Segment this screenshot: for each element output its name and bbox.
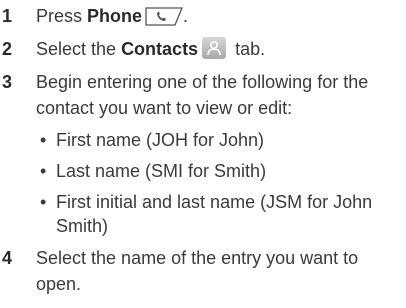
- list-item-text: First initial and last name (JSM for Joh…: [56, 192, 373, 236]
- phone-key-icon: [145, 7, 184, 26]
- step-number: 3: [2, 72, 13, 92]
- bullet-list: • First name (JOH for John) • Last name …: [36, 128, 406, 238]
- contacts-label: Contacts: [121, 39, 199, 59]
- step-text: Begin entering one of the following for …: [36, 72, 369, 118]
- bullet-icon: •: [40, 161, 47, 181]
- step-text: Select the: [36, 39, 122, 59]
- step-number: 1: [2, 6, 13, 26]
- step-text: Select the name of the entry you want to…: [36, 248, 359, 294]
- step-number: 4: [2, 248, 13, 268]
- step-text-end: tab.: [230, 39, 266, 59]
- step-1: 1 Press Phone .: [0, 3, 406, 29]
- step-text-end: .: [183, 6, 189, 26]
- list-item: • Last name (SMI for Smith): [36, 159, 406, 183]
- step-2: 2 Select the Contacts tab.: [0, 36, 406, 62]
- list-item-text: Last name (SMI for Smith): [56, 161, 267, 181]
- contacts-tab-icon: [202, 37, 227, 59]
- list-item-text: First name (JOH for John): [56, 130, 265, 150]
- step-text: Press: [36, 6, 88, 26]
- step-3: 3 Begin entering one of the following fo…: [0, 69, 406, 238]
- step-4: 4 Select the name of the entry you want …: [0, 245, 406, 297]
- bullet-icon: •: [40, 130, 47, 150]
- instruction-steps: 1 Press Phone . 2 Select the Contacts ta…: [0, 0, 406, 297]
- phone-label: Phone: [87, 6, 143, 26]
- list-item: • First name (JOH for John): [36, 128, 406, 152]
- list-item: • First initial and last name (JSM for J…: [36, 190, 406, 238]
- bullet-icon: •: [40, 192, 47, 212]
- step-number: 2: [2, 39, 13, 59]
